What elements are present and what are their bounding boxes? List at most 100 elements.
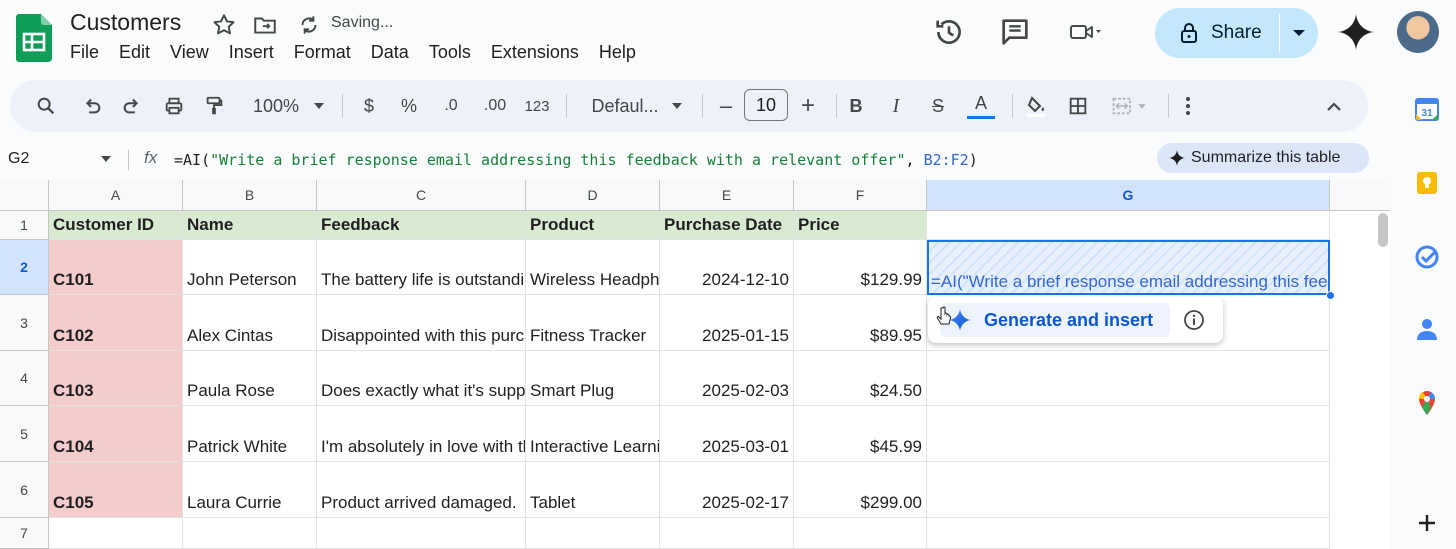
cell-g1[interactable] <box>927 211 1330 240</box>
cell-purchase-date[interactable]: 2025-02-03 <box>660 351 794 406</box>
star-icon[interactable] <box>211 12 237 38</box>
number-format-button[interactable]: 123 <box>522 80 552 132</box>
cell-price[interactable]: $129.99 <box>794 240 927 295</box>
vertical-scrollbar[interactable] <box>1378 213 1388 247</box>
cell-purchase-date[interactable]: 2024-12-10 <box>660 240 794 295</box>
cell-feedback[interactable]: Disappointed with this purchase <box>317 295 526 351</box>
cell-feedback[interactable]: Does exactly what it's supposed to <box>317 351 526 406</box>
column-header-f[interactable]: F <box>794 180 927 211</box>
search-menus-button[interactable] <box>32 80 60 132</box>
cell-feedback[interactable]: Product arrived damaged. <box>317 462 526 518</box>
header-cell-purchase-date[interactable]: Purchase Date <box>660 211 794 240</box>
cell-product[interactable]: Interactive Learning <box>526 406 660 462</box>
keep-icon[interactable] <box>1414 170 1440 196</box>
cell-name[interactable]: Alex Cintas <box>183 295 317 351</box>
user-avatar[interactable] <box>1397 11 1439 53</box>
menu-edit[interactable]: Edit <box>109 40 160 65</box>
more-options-button[interactable] <box>1176 80 1200 132</box>
menu-insert[interactable]: Insert <box>219 40 284 65</box>
menu-tools[interactable]: Tools <box>419 40 481 65</box>
fill-handle[interactable] <box>1326 291 1335 300</box>
share-dropdown-icon[interactable] <box>1283 16 1315 50</box>
tasks-icon[interactable] <box>1414 244 1440 270</box>
row-header-1[interactable]: 1 <box>0 211 49 240</box>
cell-price[interactable]: $24.50 <box>794 351 927 406</box>
name-box-dropdown-icon[interactable] <box>100 154 112 164</box>
column-header-b[interactable]: B <box>183 180 317 211</box>
row-header-5[interactable]: 5 <box>0 406 49 462</box>
decrease-font-size-button[interactable]: – <box>714 80 738 132</box>
cell-a7[interactable] <box>49 518 183 549</box>
meet-video-icon[interactable] <box>1068 15 1102 49</box>
generate-and-insert-button[interactable]: Generate and insert <box>940 303 1170 337</box>
merge-cells-button[interactable] <box>1106 80 1156 132</box>
cell-feedback[interactable]: I'm absolutely in love with this <box>317 406 526 462</box>
column-header-c[interactable]: C <box>317 180 526 211</box>
row-header-2[interactable]: 2 <box>0 240 49 295</box>
cell-product[interactable]: Fitness Tracker <box>526 295 660 351</box>
cell-g6[interactable] <box>927 462 1330 518</box>
cell-price[interactable]: $89.95 <box>794 295 927 351</box>
cell-customer-id[interactable]: C101 <box>49 240 183 295</box>
contacts-icon[interactable] <box>1414 316 1440 342</box>
cell-price[interactable]: $299.00 <box>794 462 927 518</box>
cell-c7[interactable] <box>317 518 526 549</box>
increase-font-size-button[interactable]: + <box>796 80 820 132</box>
cell-purchase-date[interactable]: 2025-03-01 <box>660 406 794 462</box>
cell-customer-id[interactable]: C103 <box>49 351 183 406</box>
cell-price[interactable]: $45.99 <box>794 406 927 462</box>
cell-name[interactable]: John Peterson <box>183 240 317 295</box>
column-header-g[interactable]: G <box>927 180 1330 211</box>
cell-name[interactable]: Paula Rose <box>183 351 317 406</box>
font-select[interactable]: Defaul... <box>580 80 670 132</box>
info-icon[interactable] <box>1183 309 1205 331</box>
borders-button[interactable] <box>1064 80 1092 132</box>
header-cell-price[interactable]: Price <box>794 211 927 240</box>
menu-data[interactable]: Data <box>361 40 419 65</box>
cell-b7[interactable] <box>183 518 317 549</box>
sheets-logo-icon[interactable] <box>16 14 52 62</box>
redo-button[interactable] <box>118 80 146 132</box>
italic-button[interactable]: I <box>884 80 908 132</box>
font-size-input[interactable]: 10 <box>744 89 788 121</box>
cell-feedback[interactable]: The battery life is outstanding <box>317 240 526 295</box>
share-button[interactable]: Share <box>1155 8 1279 58</box>
row-header-4[interactable]: 4 <box>0 351 49 406</box>
version-history-icon[interactable] <box>932 15 966 49</box>
cell-g4[interactable] <box>927 351 1330 406</box>
column-header-a[interactable]: A <box>49 180 183 211</box>
currency-format-button[interactable]: $ <box>358 80 380 132</box>
paint-format-button[interactable] <box>200 80 228 132</box>
row-header-3[interactable]: 3 <box>0 295 49 351</box>
formula-input[interactable]: =AI("Write a brief response email addres… <box>174 151 978 169</box>
fill-color-button[interactable] <box>1022 80 1050 132</box>
maps-icon[interactable] <box>1414 390 1440 416</box>
cell-customer-id[interactable]: C104 <box>49 406 183 462</box>
cell-customer-id[interactable]: C105 <box>49 462 183 518</box>
row-header-7[interactable]: 7 <box>0 518 49 549</box>
strikethrough-button[interactable]: S <box>926 80 950 132</box>
cell-name[interactable]: Patrick White <box>183 406 317 462</box>
header-cell-feedback[interactable]: Feedback <box>317 211 526 240</box>
cell-g5[interactable] <box>927 406 1330 462</box>
menu-file[interactable]: File <box>60 40 109 65</box>
undo-button[interactable] <box>78 80 106 132</box>
move-to-folder-icon[interactable] <box>252 12 278 38</box>
increase-decimal-button[interactable]: .00 <box>478 80 512 132</box>
header-cell-product[interactable]: Product <box>526 211 660 240</box>
cell-purchase-date[interactable]: 2025-02-17 <box>660 462 794 518</box>
font-dropdown-icon[interactable] <box>670 100 684 112</box>
collapse-toolbar-button[interactable] <box>1320 80 1348 132</box>
zoom-select[interactable]: 100% <box>246 80 306 132</box>
print-button[interactable] <box>160 80 188 132</box>
cell-f7[interactable] <box>794 518 927 549</box>
zoom-dropdown-icon[interactable] <box>312 100 326 112</box>
cell-name[interactable]: Laura Currie <box>183 462 317 518</box>
column-header-e[interactable]: E <box>660 180 794 211</box>
cell-product[interactable]: Tablet <box>526 462 660 518</box>
bold-button[interactable]: B <box>844 80 868 132</box>
calendar-icon[interactable]: 31 <box>1414 96 1440 122</box>
select-all-corner[interactable] <box>0 180 49 211</box>
header-cell-customer-id[interactable]: Customer ID <box>49 211 183 240</box>
cell-product[interactable]: Wireless Headphones <box>526 240 660 295</box>
